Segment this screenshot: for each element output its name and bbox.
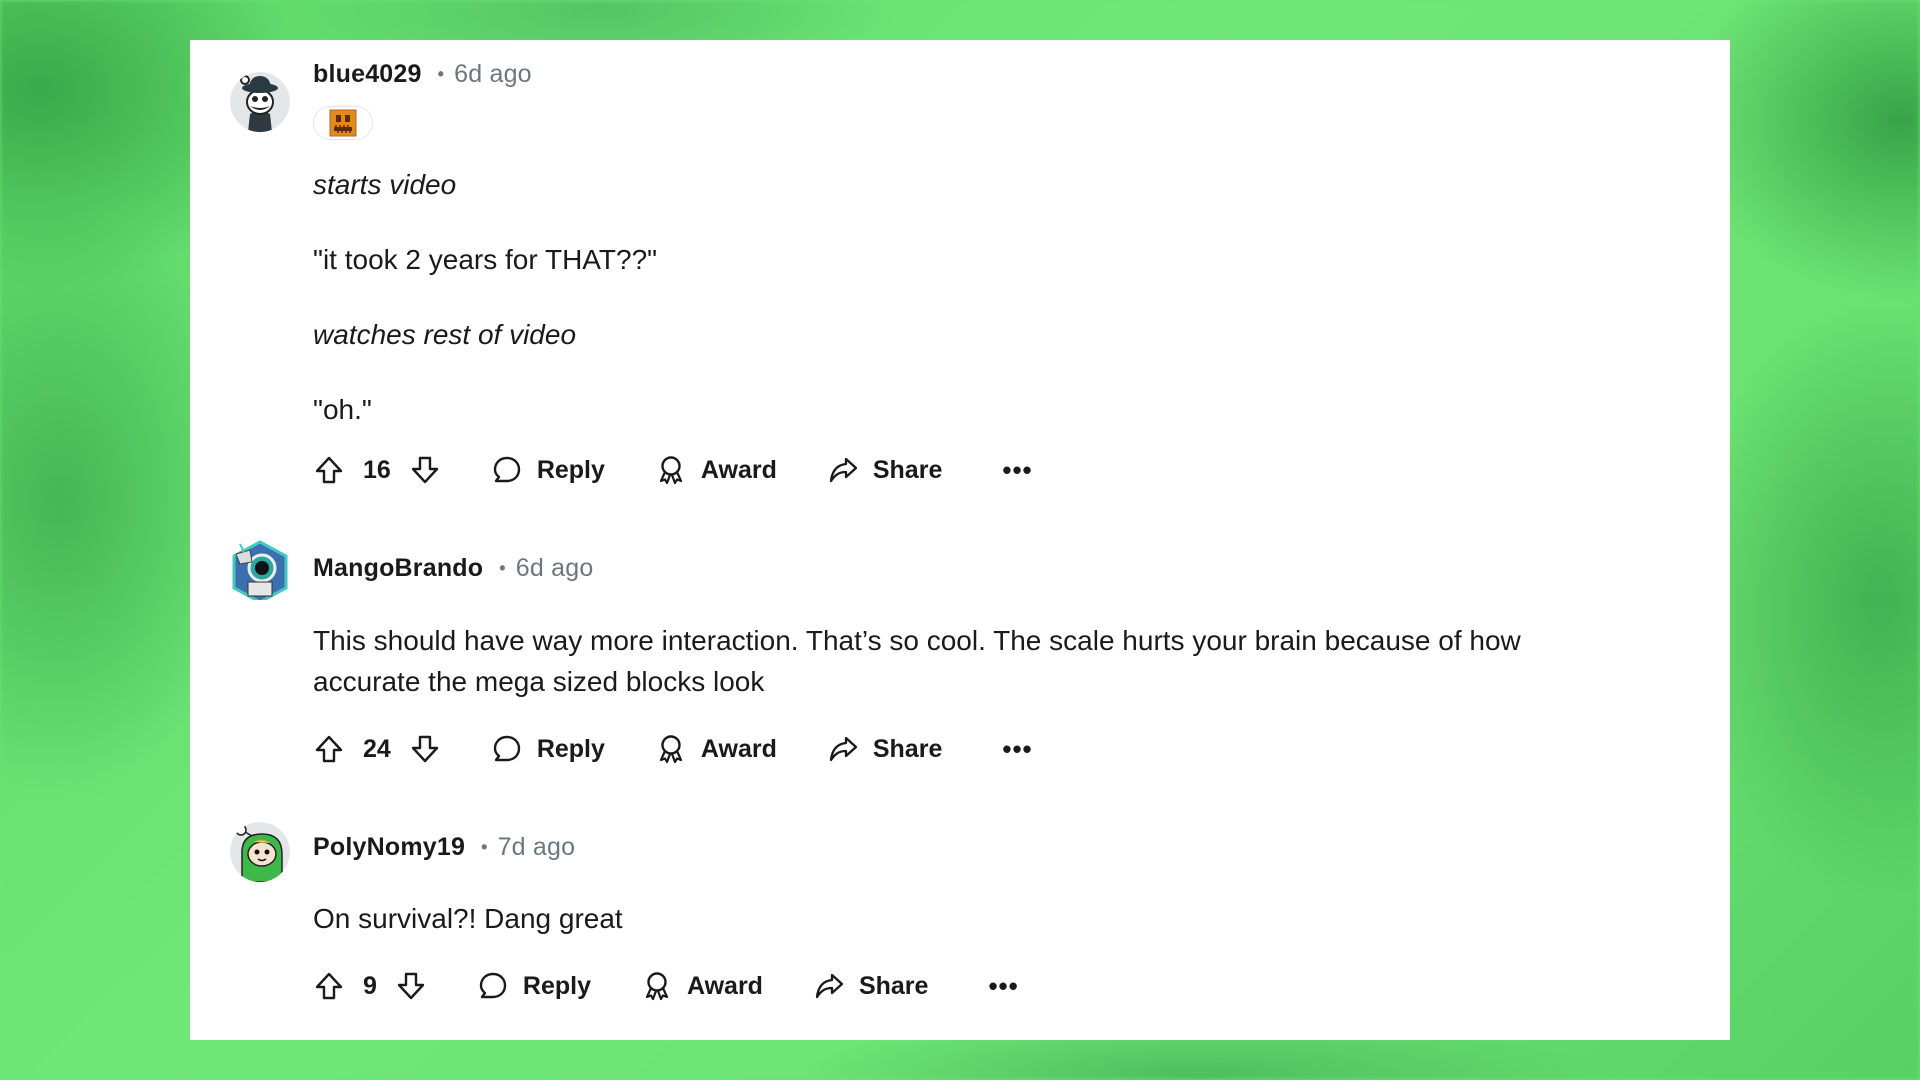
comment-body-line: On survival?! Dang great — [313, 903, 623, 934]
comment-actions: 9 Reply Award Share ••• — [313, 966, 1019, 1006]
upvote-icon[interactable] — [313, 454, 345, 486]
comment-body-line: starts video — [313, 169, 457, 200]
vote-score: 16 — [363, 455, 391, 484]
reply-label: Reply — [522, 971, 591, 1000]
username-link[interactable]: blue4029 — [313, 60, 422, 88]
user-avatar[interactable] — [230, 822, 290, 882]
reply-label: Reply — [536, 734, 605, 763]
share-button[interactable]: Share — [827, 454, 942, 486]
share-label: Share — [858, 971, 929, 1000]
comment-body-line: This should have way more interaction. T… — [313, 625, 1521, 656]
meta-separator: • — [499, 558, 506, 578]
reply-label: Reply — [536, 455, 605, 484]
award-button[interactable]: Award — [655, 454, 777, 486]
reply-button[interactable]: Reply — [477, 970, 591, 1002]
award-ribbon-icon — [655, 733, 687, 765]
meta-separator: • — [437, 64, 445, 84]
user-flair — [313, 106, 373, 140]
award-button[interactable]: Award — [655, 733, 777, 765]
comment-timestamp: 6d ago — [515, 554, 594, 582]
downvote-icon[interactable] — [409, 733, 441, 765]
comment-author[interactable]: MangoBrando • 6d ago — [313, 554, 593, 583]
more-options-icon[interactable]: ••• — [1002, 734, 1032, 765]
share-arrow-icon — [827, 454, 859, 486]
comment-timestamp: 6d ago — [454, 60, 532, 88]
reply-button[interactable]: Reply — [491, 454, 605, 486]
vote-score: 24 — [363, 734, 391, 763]
upvote-icon[interactable] — [313, 733, 345, 765]
comment-author[interactable]: blue4029 • 6d ago — [313, 60, 532, 89]
award-ribbon-icon — [655, 454, 687, 486]
comment-actions: 16 Reply Award Share ••• — [313, 450, 1033, 490]
downvote-icon[interactable] — [409, 454, 441, 486]
reply-button[interactable]: Reply — [491, 733, 605, 765]
user-avatar[interactable] — [230, 540, 290, 600]
award-ribbon-icon — [641, 970, 673, 1002]
username-link[interactable]: PolyNomy19 — [313, 833, 465, 861]
share-button[interactable]: Share — [827, 733, 942, 765]
username-link[interactable]: MangoBrando — [313, 554, 483, 582]
upvote-icon[interactable] — [313, 970, 345, 1002]
comment-body-line: "oh." — [313, 394, 372, 425]
share-button[interactable]: Share — [813, 970, 928, 1002]
award-button[interactable]: Award — [641, 970, 763, 1002]
more-options-icon[interactable]: ••• — [988, 971, 1018, 1002]
more-options-icon[interactable]: ••• — [1002, 455, 1032, 486]
pumpkin-flair-icon — [329, 109, 357, 137]
comment-body-line: accurate the mega sized blocks look — [313, 666, 765, 697]
share-label: Share — [872, 734, 943, 763]
comment-bubble-icon — [477, 970, 509, 1002]
comment-bubble-icon — [491, 733, 523, 765]
share-label: Share — [872, 455, 943, 484]
comment-body-line: "it took 2 years for THAT??" — [313, 244, 658, 275]
award-label: Award — [687, 971, 763, 1000]
vote-score: 9 — [363, 971, 377, 1000]
meta-separator: • — [481, 837, 488, 857]
downvote-icon[interactable] — [395, 970, 427, 1002]
comment-timestamp: 7d ago — [497, 833, 576, 861]
comment-bubble-icon — [491, 454, 523, 486]
award-label: Award — [700, 455, 777, 484]
award-label: Award — [700, 734, 777, 763]
share-arrow-icon — [827, 733, 859, 765]
comment-body-line: watches rest of video — [313, 319, 577, 350]
user-avatar[interactable] — [230, 72, 290, 132]
comment-actions: 24 Reply Award Share ••• — [313, 729, 1033, 769]
comment-author[interactable]: PolyNomy19 • 7d ago — [313, 833, 575, 862]
share-arrow-icon — [813, 970, 845, 1002]
comments-card: blue4029 • 6d ago starts video "it took 2 … — [190, 40, 1730, 1040]
